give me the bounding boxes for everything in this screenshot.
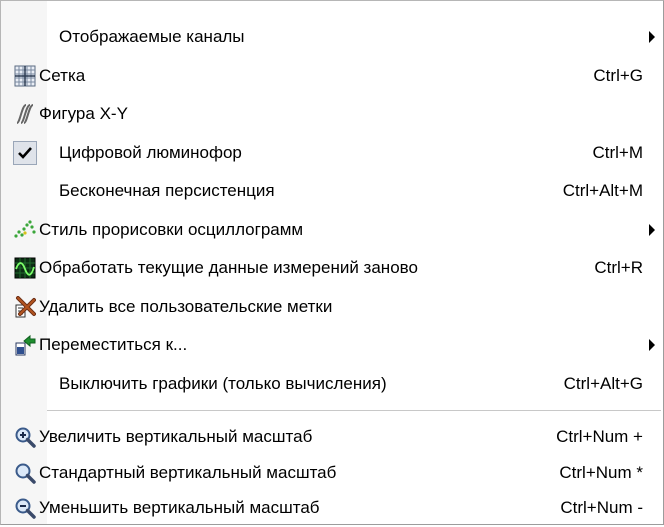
menu-item-xy-figure[interactable]: Фигура X-Y: [1, 95, 663, 133]
submenu-arrow-icon: [649, 31, 655, 43]
menu-item-label: Стиль прорисовки осциллограмм: [39, 220, 304, 239]
context-menu: Отображаемые каналы Сетка Ctrl+G Фигура …: [0, 0, 664, 525]
menu-item-zoom-in-vertical[interactable]: Увеличить вертикальный масштаб Ctrl+Num …: [1, 418, 663, 456]
menu-item-label: Отображаемые каналы: [59, 27, 245, 46]
menu-item-shortcut: Ctrl+G: [593, 66, 643, 85]
menu-item-shortcut: Ctrl+Alt+G: [563, 374, 643, 393]
menu-item-shortcut: Ctrl+Num -: [560, 498, 643, 517]
menu-item-label: Сетка: [39, 66, 86, 85]
menu-item-go-to[interactable]: Переместиться к...: [1, 326, 663, 364]
menu-item-shortcut: Ctrl+Alt+M: [562, 181, 643, 200]
menu-item-label: Фигура X-Y: [39, 104, 128, 123]
grid-icon: [13, 64, 37, 88]
menu-item-label: Увеличить вертикальный масштаб: [39, 427, 313, 446]
waveform-style-icon: [13, 218, 37, 242]
menu-item-label: Цифровой люминофор: [59, 143, 242, 162]
menu-item-label: Удалить все пользовательские метки: [39, 297, 333, 316]
menu-item-shortcut: Ctrl+Num *: [559, 463, 643, 482]
menu-item-label: Уменьшить вертикальный масштаб: [39, 498, 320, 517]
menu-separator: [47, 410, 661, 411]
menu-item-label: Переместиться к...: [39, 335, 188, 354]
menu-item-grid[interactable]: Сетка Ctrl+G: [1, 57, 663, 95]
zoom-out-icon: [13, 496, 37, 520]
menu-item-zoom-default-vertical[interactable]: Стандартный вертикальный масштаб Ctrl+Nu…: [1, 454, 663, 492]
menu-item-shortcut: Ctrl+R: [594, 258, 643, 277]
zoom-in-icon: [13, 425, 37, 449]
menu-item-reprocess-data[interactable]: Обработать текущие данные измерений зано…: [1, 249, 663, 287]
menu-item-displayed-channels[interactable]: Отображаемые каналы: [1, 18, 663, 56]
menu-item-zoom-out-vertical[interactable]: Уменьшить вертикальный масштаб Ctrl+Num …: [1, 489, 663, 527]
menu-item-label: Выключить графики (только вычисления): [59, 374, 387, 393]
menu-item-waveform-style[interactable]: Стиль прорисовки осциллограмм: [1, 211, 663, 249]
menu-item-label: Обработать текущие данные измерений зано…: [39, 258, 418, 277]
goto-icon: [13, 333, 37, 357]
menu-item-digital-phosphor[interactable]: Цифровой люминофор Ctrl+M: [1, 134, 663, 172]
menu-item-delete-user-markers[interactable]: Удалить все пользовательские метки: [1, 288, 663, 326]
reprocess-icon: [13, 256, 37, 280]
submenu-arrow-icon: [649, 224, 655, 236]
menu-item-shortcut: Ctrl+Num +: [556, 427, 643, 446]
submenu-arrow-icon: [649, 339, 655, 351]
zoom-default-icon: [13, 461, 37, 485]
menu-item-label: Бесконечная персистенция: [59, 181, 275, 200]
menu-item-label: Стандартный вертикальный масштаб: [39, 463, 337, 482]
menu-item-shortcut: Ctrl+M: [592, 143, 643, 162]
menu-item-infinite-persistence[interactable]: Бесконечная персистенция Ctrl+Alt+M: [1, 172, 663, 210]
checkmark-icon: [13, 141, 37, 165]
xy-figure-icon: [13, 102, 37, 126]
delete-markers-icon: [13, 295, 37, 319]
menu-item-disable-graphics[interactable]: Выключить графики (только вычисления) Ct…: [1, 365, 663, 403]
